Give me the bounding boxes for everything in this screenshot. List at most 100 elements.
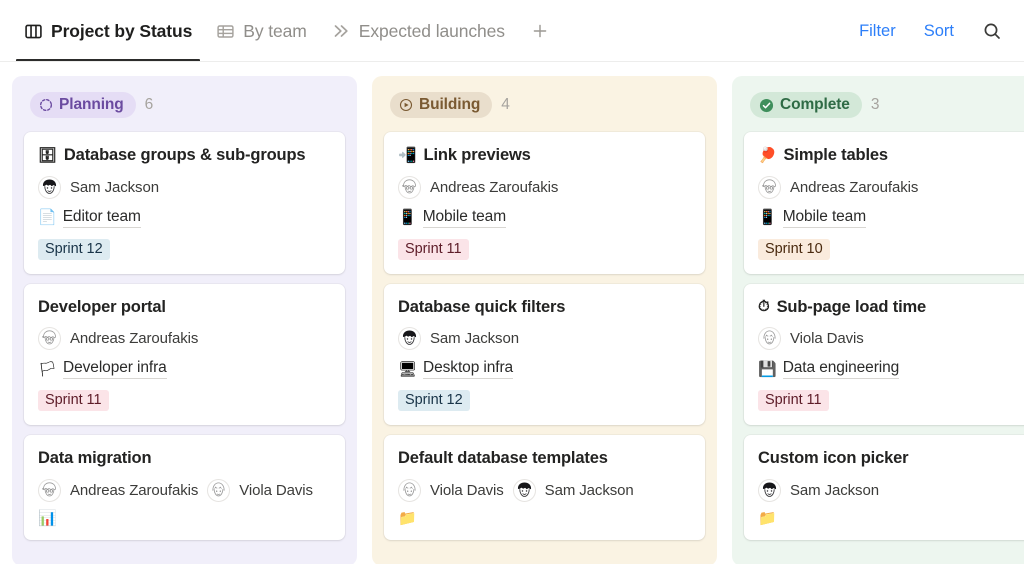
search-icon[interactable] (976, 15, 1008, 47)
assignee[interactable]: Viola Davis (758, 327, 864, 351)
board-columns-icon (24, 22, 43, 41)
avatar (758, 327, 781, 351)
team-row[interactable]: 🏳 Developer infra (38, 359, 331, 380)
sprint-tag[interactable]: Sprint 10 (758, 238, 830, 260)
avatar (207, 478, 231, 502)
board-card[interactable]: 🏓 Simple tables Andreas Zaroufakis 📱 Mobi… (744, 132, 1024, 274)
assignee-name: Andreas Zaroufakis (790, 178, 919, 196)
team-row[interactable]: 📱 Mobile team (398, 208, 691, 228)
tab-label: Project by Status (51, 20, 193, 41)
board-card[interactable]: Developer portal Andreas Zaroufakis 🏳 De… (24, 283, 345, 426)
assignee[interactable]: Sam Jackson (512, 478, 634, 502)
avatar (758, 175, 781, 199)
status-badge[interactable]: Complete (750, 92, 862, 118)
check-circle-icon (759, 98, 774, 113)
sprint-tag[interactable]: Sprint 12 (398, 390, 470, 412)
team-emoji-icon: 📁 (398, 508, 417, 527)
assignee-name: Sam Jackson (430, 330, 519, 348)
team-row[interactable]: 📊 (38, 510, 331, 526)
assignee[interactable]: Viola Davis (207, 478, 313, 502)
assignees: Viola Davis (758, 327, 1024, 351)
assignee[interactable]: Andreas Zaroufakis (758, 175, 919, 199)
tab-label: By team (243, 20, 307, 41)
team-emoji-icon: 📁 (758, 508, 777, 527)
board-card[interactable]: Database quick filters Sam Jackson 🖥 Des… (384, 283, 705, 426)
card-emoji-icon: 📲 (398, 145, 417, 164)
card-title: Data migration (38, 448, 331, 469)
board-card[interactable]: 🗄 Database groups & sub-groups Sam Jackso… (24, 132, 345, 274)
board-card[interactable]: Custom icon picker Sam Jackson 📁 (744, 435, 1024, 540)
sprint-tag[interactable]: Sprint 11 (398, 238, 469, 260)
tab-project-by-status[interactable]: Project by Status (12, 0, 204, 62)
assignee[interactable]: Andreas Zaroufakis (38, 327, 198, 351)
card-list: 🗄 Database groups & sub-groups Sam Jackso… (12, 132, 357, 540)
sort-button[interactable]: Sort (912, 16, 966, 47)
table-grid-icon (216, 22, 235, 41)
team-emoji-icon: 🖥 (398, 359, 418, 378)
team-emoji-icon: 💾 (758, 359, 777, 378)
toolbar-actions: Filter Sort (847, 15, 1008, 47)
team-row[interactable]: 📄 Editor team (38, 208, 331, 228)
team-row[interactable]: 🖥 Desktop infra (398, 359, 691, 380)
card-title-text: Sub-page load time (776, 297, 927, 316)
assignee[interactable]: Viola Davis (398, 478, 504, 502)
card-title-text: Data migration (38, 449, 152, 468)
column-header: Building 4 (372, 76, 717, 132)
board-column-planning: Planning 6 🗄 Database groups & sub-groups… (12, 76, 357, 564)
card-title-text: Database groups & sub-groups (63, 146, 306, 164)
team-row[interactable]: 📁 (398, 508, 691, 527)
avatar (398, 478, 421, 502)
add-view-button[interactable] (525, 16, 555, 46)
assignee-name: Viola Davis (239, 481, 313, 499)
team-emoji-icon: 🏳 (38, 359, 58, 378)
sprint-tag[interactable]: Sprint 11 (758, 390, 829, 412)
tab-by-team[interactable]: By team (204, 0, 319, 62)
status-label: Complete (780, 96, 850, 113)
team-name: Mobile team (782, 208, 866, 228)
sprint-tag[interactable]: Sprint 11 (38, 390, 109, 412)
board-card[interactable]: 📲 Link previews Andreas Zaroufakis 📱 Mobi… (384, 132, 705, 274)
card-title: 🏓 Simple tables (758, 145, 1024, 166)
board-card[interactable]: Default database templates Viola Davis S… (384, 435, 705, 540)
card-list: 📲 Link previews Andreas Zaroufakis 📱 Mobi… (372, 132, 717, 540)
column-count: 3 (870, 96, 880, 113)
avatar (38, 175, 61, 199)
assignees: Sam Jackson (398, 327, 691, 351)
team-row[interactable]: 📱 Mobile team (758, 208, 1024, 228)
status-label: Building (419, 96, 481, 113)
assignees: Andreas Zaroufakis (38, 327, 331, 351)
assignee[interactable]: Andreas Zaroufakis (398, 175, 558, 199)
view-tabs: Project by Status By team Expected launc… (12, 0, 555, 62)
play-circle-icon (399, 98, 413, 112)
column-header: Planning 6 (12, 76, 357, 132)
team-row[interactable]: 💾 Data engineering (758, 359, 1024, 380)
card-title-text: Database quick filters (398, 297, 566, 316)
team-emoji-icon: 📱 (398, 208, 417, 227)
card-title: ⏱ Sub-page load time (758, 297, 1024, 318)
team-name: Developer infra (63, 359, 167, 380)
card-title-text: Developer portal (38, 297, 166, 316)
assignee[interactable]: Sam Jackson (38, 175, 159, 199)
column-count: 4 (501, 96, 510, 113)
card-emoji-icon: 🏓 (758, 145, 777, 164)
avatar (398, 175, 421, 199)
assignee[interactable]: Andreas Zaroufakis (38, 478, 198, 502)
status-badge[interactable]: Planning (30, 92, 136, 118)
board-card[interactable]: Data migration Andreas Zaroufakis Viola … (24, 435, 345, 540)
column-count: 6 (144, 96, 154, 113)
sprint-tag[interactable]: Sprint 12 (38, 238, 110, 260)
team-name: Data engineering (782, 359, 899, 380)
team-row[interactable]: 📁 (758, 508, 1024, 527)
assignee[interactable]: Sam Jackson (398, 327, 519, 351)
filter-button[interactable]: Filter (847, 16, 908, 47)
card-title: Default database templates (398, 448, 691, 469)
card-title-text: Custom icon picker (758, 449, 909, 468)
status-label: Planning (59, 96, 124, 113)
status-badge[interactable]: Building (390, 92, 493, 118)
card-emoji-icon: 🗄 (38, 145, 57, 164)
assignee[interactable]: Sam Jackson (758, 478, 879, 502)
team-emoji-icon: 📄 (38, 208, 57, 227)
board-card[interactable]: ⏱ Sub-page load time Viola Davis 💾 Data e… (744, 283, 1024, 426)
tab-expected-launches[interactable]: Expected launches (319, 0, 517, 62)
board-column-building: Building 4 📲 Link previews Andreas Zarouf… (372, 76, 717, 564)
